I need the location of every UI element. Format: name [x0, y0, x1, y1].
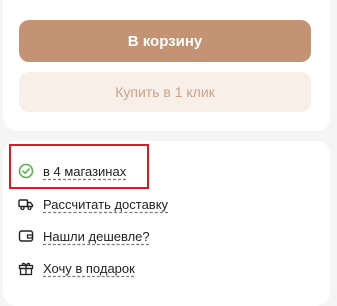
buy-one-click-button[interactable]: Купить в 1 клик: [19, 72, 311, 112]
add-to-cart-button[interactable]: В корзину: [19, 20, 311, 62]
found-cheaper-link[interactable]: Нашли дешевле?: [18, 226, 150, 246]
truck-icon: [18, 196, 34, 212]
wallet-icon: [18, 228, 34, 244]
want-gift-link[interactable]: Хочу в подарок: [18, 258, 135, 278]
calc-delivery-text[interactable]: Рассчитать доставку: [43, 197, 168, 212]
gift-icon: [18, 260, 34, 276]
calc-delivery-link[interactable]: Рассчитать доставку: [18, 194, 168, 214]
found-cheaper-text[interactable]: Нашли дешевле?: [43, 229, 150, 244]
highlight-box: [9, 144, 149, 189]
want-gift-text[interactable]: Хочу в подарок: [43, 261, 135, 276]
